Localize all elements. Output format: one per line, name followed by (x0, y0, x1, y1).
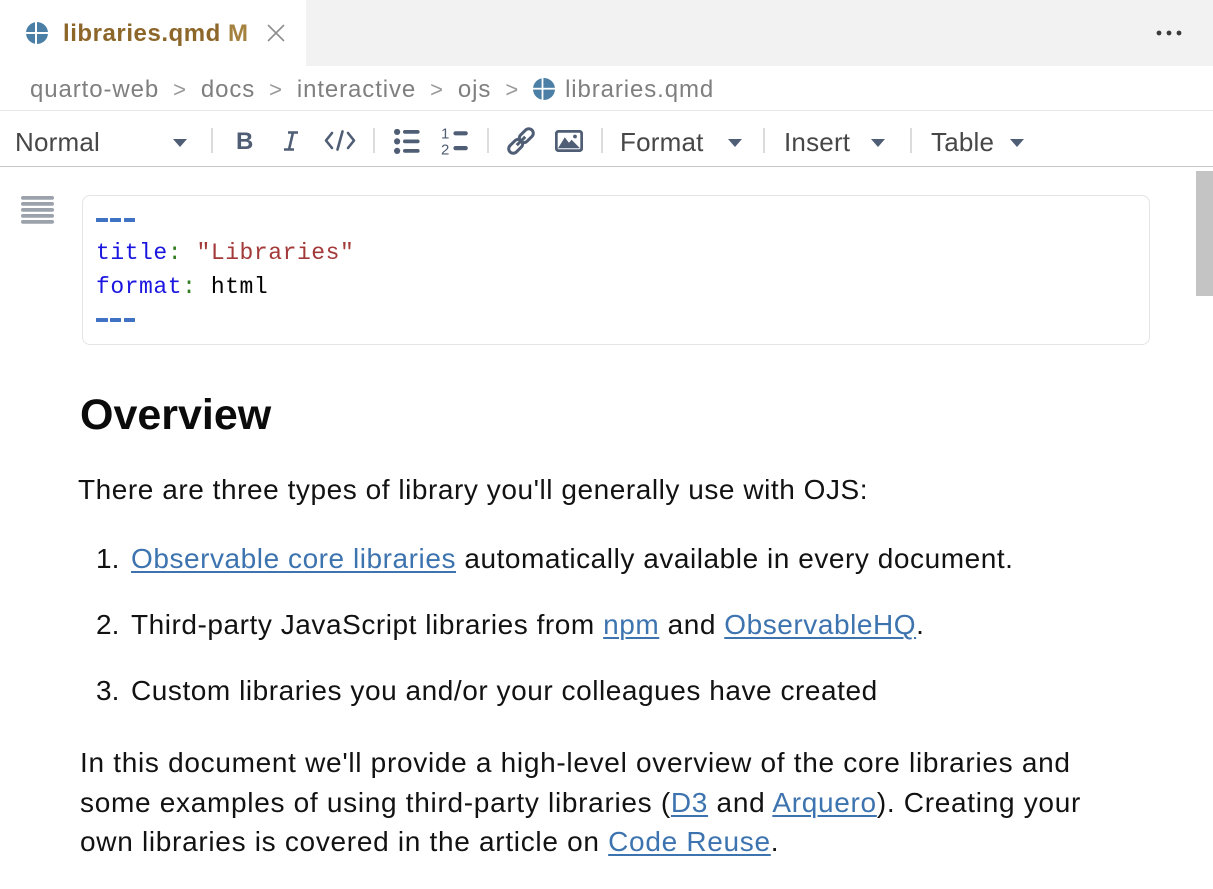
svg-text:2: 2 (441, 141, 449, 157)
svg-text:1: 1 (441, 127, 449, 143)
